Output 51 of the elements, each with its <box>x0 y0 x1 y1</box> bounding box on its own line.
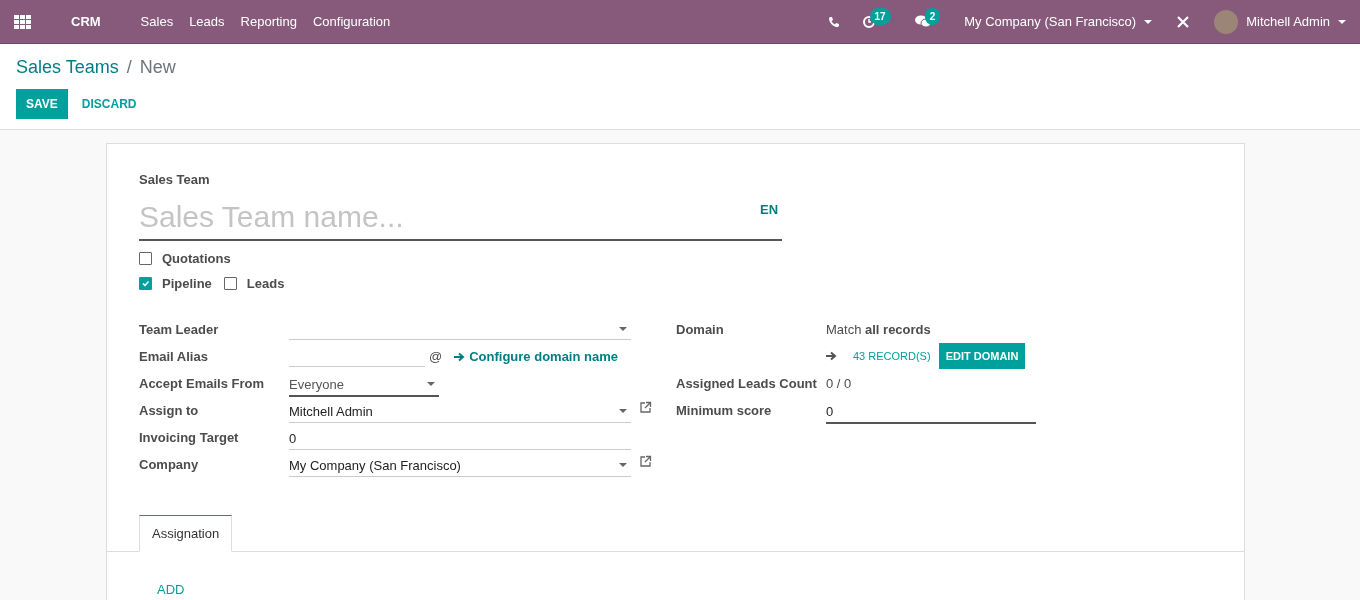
field-value: 0 / 0 <box>826 375 852 391</box>
checkbox[interactable] <box>139 251 152 265</box>
avatar-icon <box>1214 9 1239 34</box>
company-switcher[interactable]: My Company (San Francisco) <box>964 11 1153 32</box>
field-label: Accept Emails From <box>139 375 264 391</box>
checkbox-label: Quotations <box>162 249 231 268</box>
field-label: Assigned Leads Count <box>676 375 817 391</box>
dropdown-field[interactable]: Everyone <box>289 373 439 397</box>
field-label: Company <box>139 456 199 472</box>
input-field[interactable]: 0 <box>826 400 1036 424</box>
at-sign: @ <box>429 348 443 366</box>
edit-domain-button[interactable]: EDIT DOMAIN <box>938 342 1026 369</box>
link[interactable]: Configure domain name <box>454 347 618 367</box>
external-link-icon[interactable] <box>639 400 652 414</box>
tab[interactable]: Assignation <box>139 514 233 552</box>
input-field[interactable]: 0 <box>289 427 631 450</box>
field-label: Minimum score <box>676 402 772 418</box>
domain-summary: Match all records <box>826 320 932 339</box>
field-label: Assign to <box>139 402 199 418</box>
breadcrumb-item: New <box>139 56 176 79</box>
menu-item[interactable]: Configuration <box>312 11 391 32</box>
arrow-right-icon <box>826 350 837 361</box>
field-label: Email Alias <box>139 348 208 364</box>
menu-item[interactable]: Leads <box>189 11 225 32</box>
add-link[interactable]: ADD <box>157 580 185 600</box>
menu-item[interactable]: Reporting <box>240 11 297 32</box>
notification-count: 17 <box>869 8 891 25</box>
save-button[interactable]: SAVE <box>16 89 68 119</box>
discard-button[interactable]: DISCARD <box>71 89 147 119</box>
clock-icon[interactable] <box>861 14 876 29</box>
field-label: Sales Team <box>139 171 211 189</box>
language-button[interactable]: EN <box>760 199 779 219</box>
field-label: Invoicing Target <box>139 429 239 445</box>
app-name[interactable]: CRM <box>71 11 101 32</box>
user-menu[interactable]: Mitchell Admin <box>1214 9 1346 34</box>
breadcrumb-separator: / <box>126 56 132 79</box>
checkbox[interactable] <box>139 277 152 291</box>
phone-icon[interactable] <box>827 15 840 28</box>
checkbox-label: Leads <box>246 275 285 293</box>
field-label: Team Leader <box>139 321 219 337</box>
dropdown-field[interactable]: My Company (San Francisco) <box>289 454 631 477</box>
field-label: Domain <box>676 321 724 337</box>
external-link-icon[interactable] <box>639 454 652 468</box>
checkbox[interactable] <box>223 277 237 291</box>
checkbox-label: Pipeline <box>162 275 212 293</box>
menu-item[interactable]: Sales <box>140 11 174 32</box>
dropdown-field[interactable]: Mitchell Admin <box>289 400 631 423</box>
breadcrumb-item[interactable]: Sales Teams <box>16 54 119 81</box>
records-link[interactable]: 43 RECORD(S) <box>853 347 931 364</box>
arrow-right-icon <box>454 351 466 362</box>
apps-menu-icon[interactable] <box>14 14 31 29</box>
